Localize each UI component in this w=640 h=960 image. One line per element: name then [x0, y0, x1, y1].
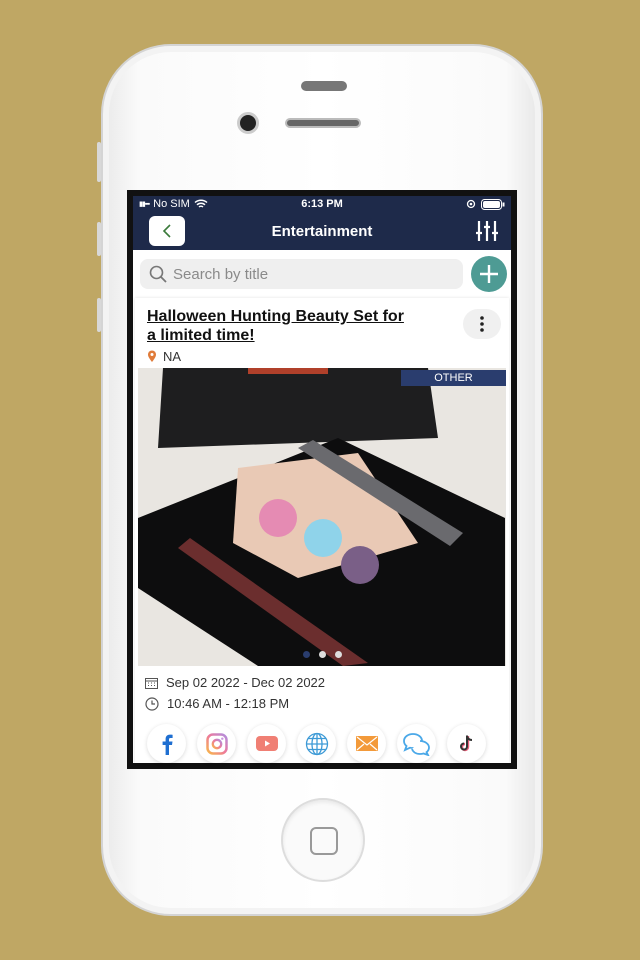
chat-button[interactable] — [397, 724, 436, 763]
email-button[interactable] — [347, 724, 386, 763]
page-title: Entertainment — [271, 222, 373, 240]
carrier: No SIM — [153, 198, 190, 210]
tiktok-icon — [459, 735, 472, 751]
event-card[interactable]: Halloween Hunting Beauty Set for a limit… — [135, 298, 509, 763]
mute-switch — [97, 142, 101, 182]
carousel-dot[interactable] — [318, 651, 326, 658]
chat-icon — [402, 732, 430, 756]
orientation-lock-icon — [466, 199, 476, 209]
carousel-dot[interactable] — [334, 651, 342, 658]
calendar-icon — [145, 677, 158, 689]
instagram-icon — [205, 732, 228, 755]
nav-bar: Entertainment — [133, 212, 511, 250]
battery-icon — [481, 198, 505, 210]
facebook-button[interactable] — [147, 724, 186, 763]
volume-up-button — [97, 222, 101, 256]
mail-icon — [355, 736, 378, 751]
signal-icon: ▮▮▪▪▪ — [139, 201, 150, 208]
facebook-icon — [162, 734, 173, 755]
youtube-button[interactable] — [247, 724, 286, 763]
chevron-left-icon — [162, 224, 171, 238]
search-input[interactable] — [173, 265, 413, 283]
location-pin-icon — [148, 350, 156, 362]
youtube-icon — [255, 736, 278, 751]
volume-down-button — [97, 298, 101, 332]
sliders-icon[interactable] — [475, 220, 499, 242]
globe-icon — [305, 732, 328, 755]
status-bar: ▮▮▪▪▪ No SIM 6:13 PM — [133, 196, 511, 212]
instagram-button[interactable] — [197, 724, 236, 763]
earpiece — [285, 118, 361, 128]
website-button[interactable] — [297, 724, 336, 763]
search-row — [133, 250, 511, 298]
event-title[interactable]: Halloween Hunting Beauty Set for a limit… — [147, 307, 407, 345]
carousel-dots — [138, 651, 506, 658]
app-screen: ▮▮▪▪▪ No SIM 6:13 PM Entertainment Hallo… — [127, 190, 517, 769]
event-image — [138, 368, 505, 666]
event-image-carousel[interactable]: OTHER — [138, 368, 506, 666]
search-icon — [149, 265, 167, 283]
clock-icon — [145, 696, 159, 711]
more-vertical-icon — [480, 316, 484, 332]
front-camera — [237, 112, 259, 134]
back-button[interactable] — [149, 216, 185, 246]
event-location: NA — [163, 349, 182, 364]
speaker — [301, 81, 347, 91]
plus-icon — [480, 265, 498, 283]
more-options-button[interactable] — [463, 309, 501, 339]
add-button[interactable] — [471, 256, 507, 292]
home-button[interactable] — [281, 798, 365, 882]
category-badge: OTHER — [401, 370, 506, 386]
wifi-icon — [194, 199, 208, 208]
event-date-range: Sep 02 2022 - Dec 02 2022 — [166, 675, 326, 690]
social-links — [135, 714, 509, 763]
event-time-range: 10:46 AM - 12:18 PM — [167, 696, 290, 711]
search-bar[interactable] — [140, 259, 463, 289]
carousel-dot[interactable] — [302, 651, 310, 658]
tiktok-button[interactable] — [447, 724, 486, 763]
